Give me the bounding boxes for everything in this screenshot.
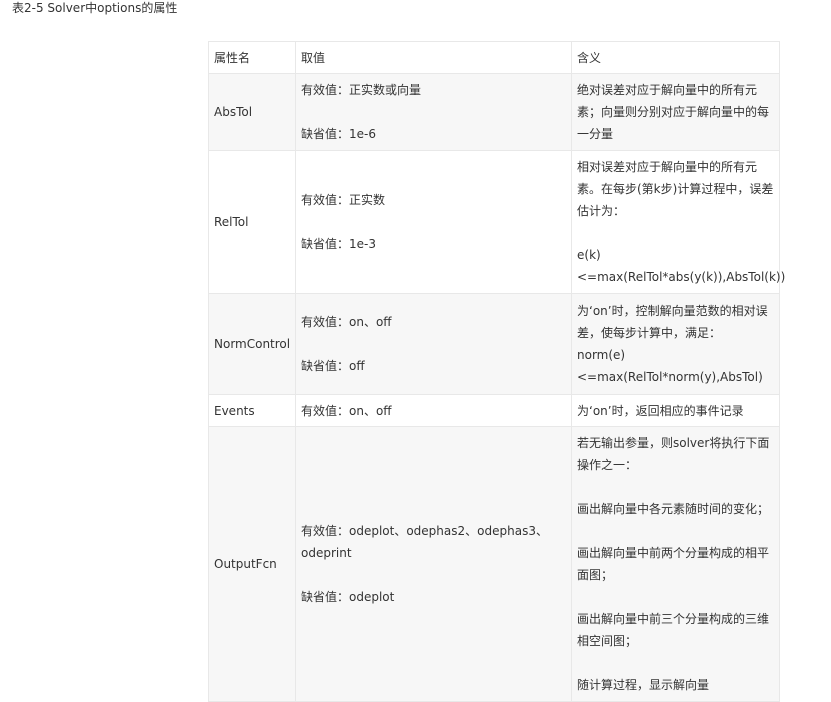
meaning-text: 为‘on’时，返回相应的事件记录 — [577, 403, 744, 418]
table-row: RelTol 有效值：正实数 缺省值：1e-3 相对误差对应于解向量中的所有元素… — [208, 150, 786, 294]
cell-value: 有效值：on、off 缺省值：off — [295, 293, 572, 395]
cell-property-name: NormControl — [208, 293, 296, 395]
value-text: 有效值：正实数或向量 缺省值：1e-6 — [301, 83, 422, 141]
header-meaning: 含义 — [571, 41, 780, 74]
table-row: AbsTol 有效值：正实数或向量 缺省值：1e-6 绝对误差对应于解向量中的所… — [208, 73, 780, 151]
cell-value: 有效值：on、off — [295, 394, 572, 427]
table-row: NormControl 有效值：on、off 缺省值：off 为‘on’时，控制… — [208, 293, 780, 395]
cell-value: 有效值：正实数 缺省值：1e-3 — [295, 150, 572, 294]
meaning-text: 相对误差对应于解向量中的所有元素。在每步(第k步)计算过程中，误差估计为： e(… — [577, 160, 786, 284]
cell-property-name: RelTol — [208, 150, 296, 294]
cell-meaning: 为‘on’时，控制解向量范数的相对误差，使每步计算中，满足： norm(e) <… — [571, 293, 780, 395]
table-row: OutputFcn 有效值：odeplot、odephas2、odephas3、… — [208, 426, 780, 702]
cell-property-name: Events — [208, 394, 296, 427]
cell-value: 有效值：odeplot、odephas2、odephas3、odeprint 缺… — [295, 426, 572, 702]
cell-meaning: 若无输出参量，则solver将执行下面操作之一： 画出解向量中各元素随时间的变化… — [571, 426, 780, 702]
cell-meaning: 相对误差对应于解向量中的所有元素。在每步(第k步)计算过程中，误差估计为： e(… — [571, 150, 786, 294]
table-header-row: 属性名 取值 含义 — [208, 41, 780, 74]
property-name-text: OutputFcn — [214, 557, 277, 571]
cell-value: 有效值：正实数或向量 缺省值：1e-6 — [295, 73, 572, 151]
cell-meaning: 为‘on’时，返回相应的事件记录 — [571, 394, 780, 427]
options-properties-table: 属性名 取值 含义 AbsTol 有效值：正实数或向量 缺省值：1e-6 绝对误… — [208, 41, 786, 702]
cell-property-name: AbsTol — [208, 73, 296, 151]
cell-meaning: 绝对误差对应于解向量中的所有元素；向量则分别对应于解向量中的每一分量 — [571, 73, 780, 151]
property-name-text: RelTol — [214, 215, 249, 229]
property-name-text: NormControl — [214, 337, 291, 351]
meaning-text: 绝对误差对应于解向量中的所有元素；向量则分别对应于解向量中的每一分量 — [577, 83, 770, 141]
value-text: 有效值：odeplot、odephas2、odephas3、odeprint 缺… — [301, 524, 548, 604]
meaning-text: 为‘on’时，控制解向量范数的相对误差，使每步计算中，满足： norm(e) <… — [577, 304, 768, 384]
cell-property-name: OutputFcn — [208, 426, 296, 702]
meaning-text: 若无输出参量，则solver将执行下面操作之一： 画出解向量中各元素随时间的变化… — [577, 436, 770, 692]
header-value: 取值 — [295, 41, 572, 74]
value-text: 有效值：on、off 缺省值：off — [301, 315, 392, 373]
value-text: 有效值：on、off — [301, 403, 392, 418]
property-name-text: Events — [214, 403, 255, 418]
table-caption: 表2-5 Solver中options的属性 — [12, 1, 178, 15]
property-name-text: AbsTol — [214, 105, 253, 119]
table-row: Events 有效值：on、off 为‘on’时，返回相应的事件记录 — [208, 394, 780, 427]
header-property-name: 属性名 — [208, 41, 296, 74]
value-text: 有效值：正实数 缺省值：1e-3 — [301, 193, 386, 251]
